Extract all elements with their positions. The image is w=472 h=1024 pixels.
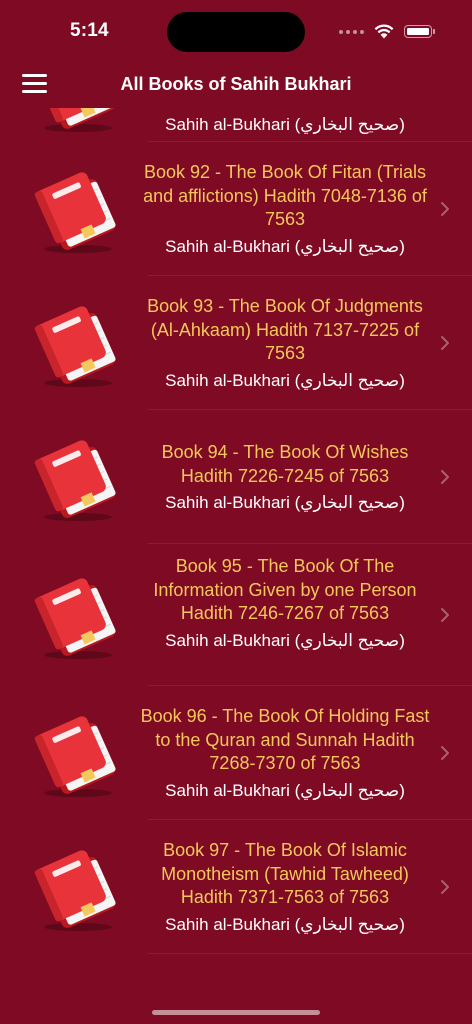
chevron-right-icon [441,746,449,760]
row-separator [148,953,472,954]
book-title: Book 94 - The Book Of Wishes Hadith 7226… [161,442,409,486]
chevron-right-icon [441,202,449,216]
battery-icon [404,25,435,38]
book-list-item[interactable]: Book 92 - The Book Of Fitan (Trials and … [0,142,472,276]
book-title: Book 96 - The Book Of Holding Fast to th… [140,706,430,773]
book-text: Book 93 - The Book Of Judgments (Al-Ahka… [140,295,430,392]
book-list-item[interactable]: Book 94 - The Book Of Wishes Hadith 7226… [0,410,472,544]
page-title: All Books of Sahih Bukhari [120,74,352,94]
navigation-bar: All Books of Sahih Bukhari [0,64,472,108]
status-bar: 5:14 [0,0,472,64]
book-subtitle: Sahih al-Bukhari (صحيح البخاري) [165,914,405,934]
status-icons [339,24,435,39]
chevron-right-icon [441,336,449,350]
red-book-icon [34,172,116,253]
red-book-icon [34,306,116,387]
book-title: Book 92 - The Book Of Fitan (Trials and … [143,162,427,229]
book-list-item[interactable]: Book 93 - The Book Of Judgments (Al-Ahka… [0,276,472,410]
book-text: Book 97 - The Book Of Islamic Monotheism… [140,839,430,936]
book-text: Book 94 - The Book Of Wishes Hadith 7226… [140,441,430,514]
book-subtitle: Sahih al-Bukhari (صحيح البخاري) [165,236,405,256]
book-text: Book 92 - The Book Of Fitan (Trials and … [140,161,430,258]
book-list-item[interactable]: Book 95 - The Book Of The Information Gi… [0,544,472,686]
book-list-item[interactable]: Book 97 - The Book Of Islamic Monotheism… [0,820,472,954]
book-title: 6982-7047 of 7563 [140,108,430,110]
home-indicator[interactable] [152,1010,320,1015]
cellular-signal-icon [339,29,364,34]
red-book-icon [34,850,116,931]
book-subtitle: Sahih al-Bukhari (صحيح البخاري) [165,114,405,134]
chevron-right-icon [441,608,449,622]
book-subtitle: Sahih al-Bukhari (صحيح البخاري) [165,780,405,800]
red-book-icon [34,440,116,521]
books-list[interactable]: 6982-7047 of 7563 Sahih al-Bukhari (صحيح… [0,108,472,1024]
book-text: 6982-7047 of 7563 Sahih al-Bukhari (صحيح… [140,108,430,136]
book-subtitle: Sahih al-Bukhari (صحيح البخاري) [165,370,405,390]
book-subtitle: Sahih al-Bukhari (صحيح البخاري) [165,630,405,650]
red-book-icon [34,578,116,659]
chevron-right-icon [441,470,449,484]
red-book-icon [34,108,116,132]
wifi-icon [374,24,394,39]
red-book-icon [34,716,116,797]
book-title: Book 95 - The Book Of The Information Gi… [153,556,417,623]
status-time: 5:14 [70,20,109,41]
dynamic-island [167,12,305,52]
book-text: Book 95 - The Book Of The Information Gi… [140,555,430,652]
book-list-item[interactable]: 6982-7047 of 7563 Sahih al-Bukhari (صحيح… [0,108,472,142]
book-text: Book 96 - The Book Of Holding Fast to th… [140,705,430,802]
book-list-item[interactable]: Book 96 - The Book Of Holding Fast to th… [0,686,472,820]
book-title: Book 97 - The Book Of Islamic Monotheism… [161,840,409,907]
book-title: Book 93 - The Book Of Judgments (Al-Ahka… [147,296,423,363]
book-subtitle: Sahih al-Bukhari (صحيح البخاري) [165,493,405,512]
chevron-right-icon [441,880,449,894]
